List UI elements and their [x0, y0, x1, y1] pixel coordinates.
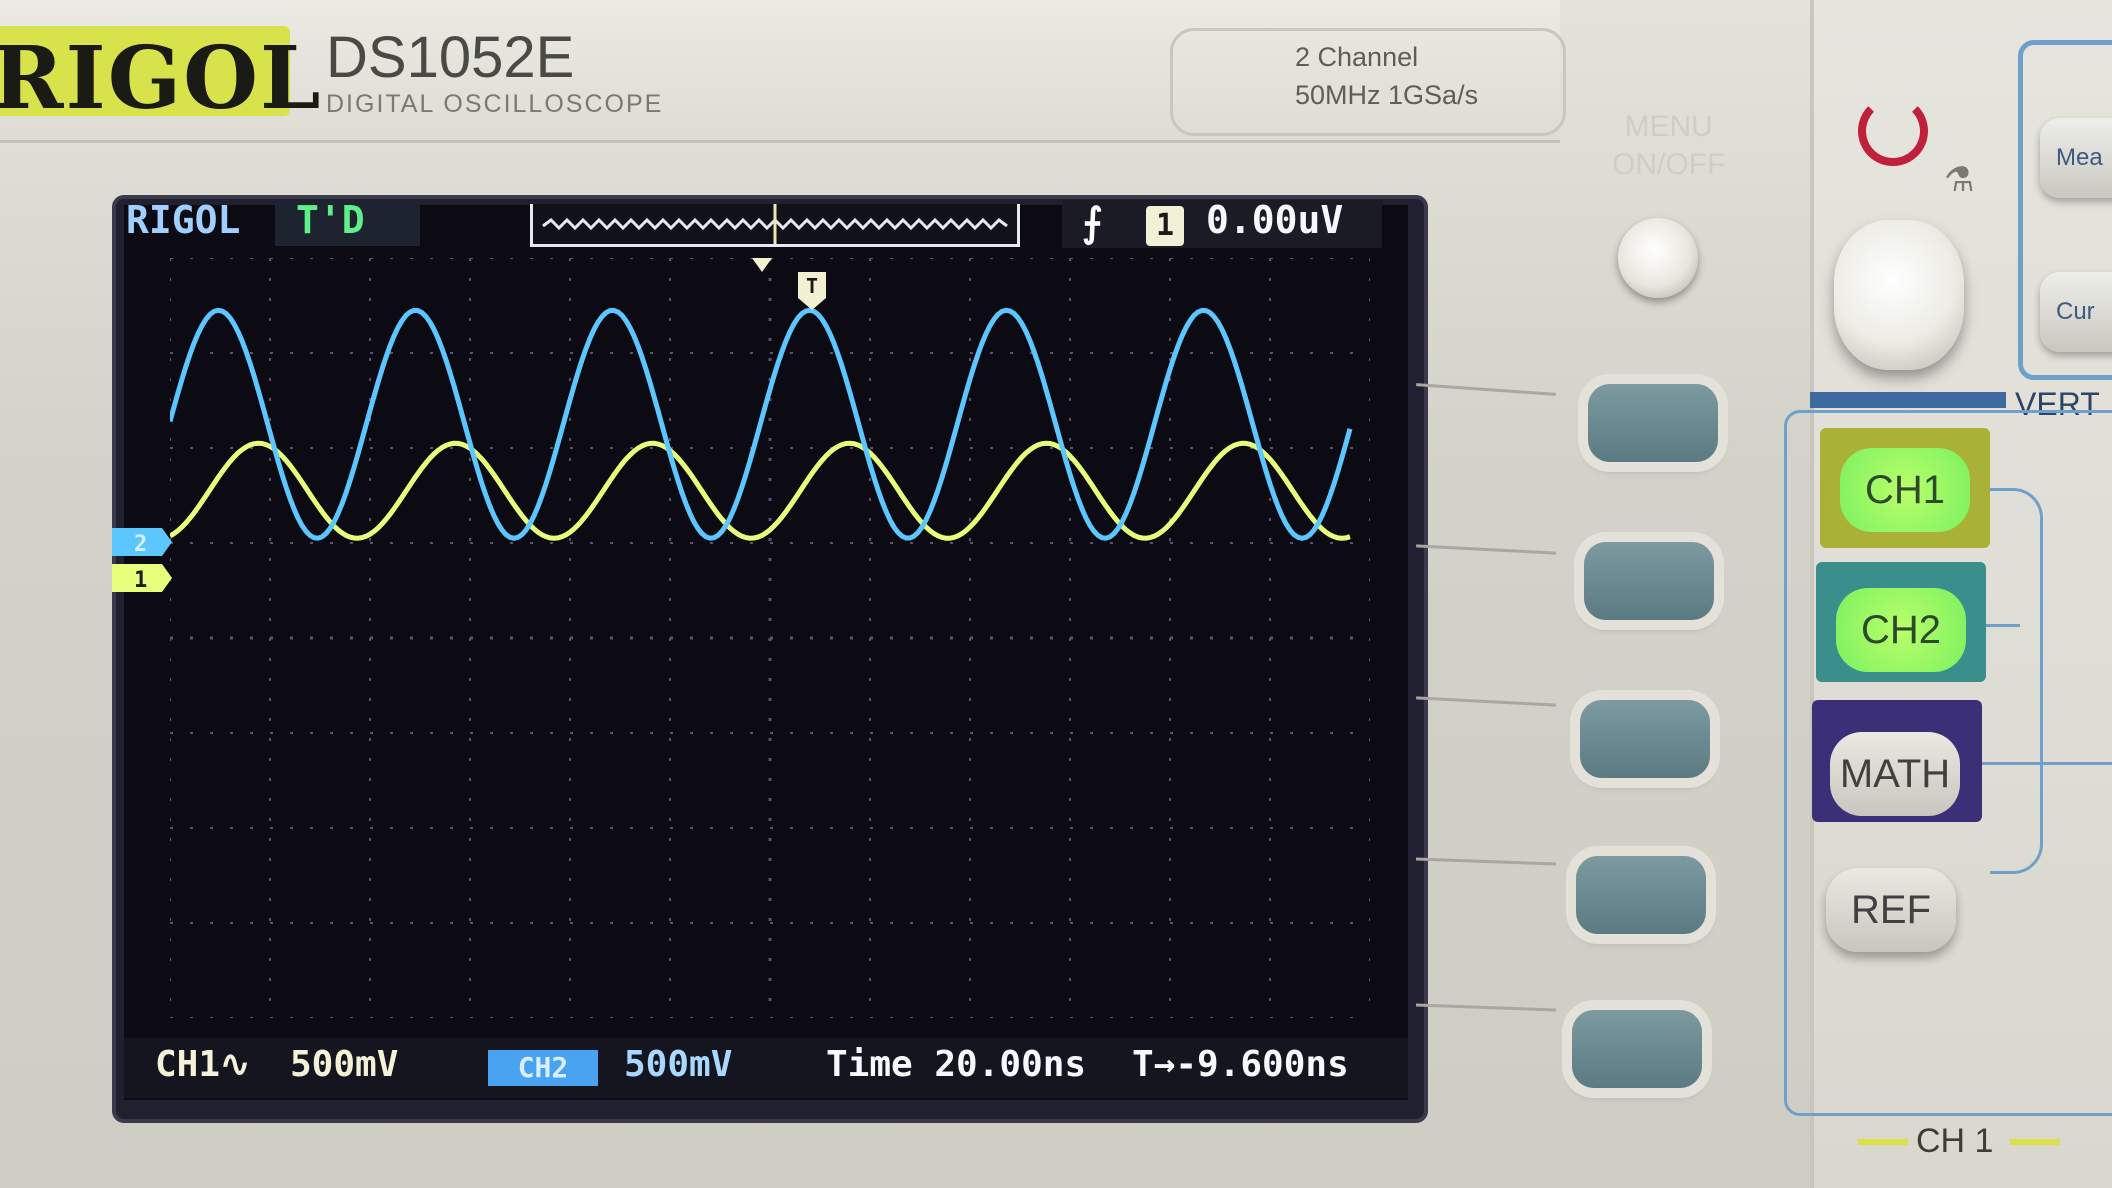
- math-button[interactable]: MATH: [1830, 732, 1960, 816]
- acquisition-status: T'D: [296, 198, 365, 242]
- vertical-section-bar: [1810, 392, 2006, 408]
- brand-logo: RIGOL: [0, 28, 323, 129]
- menu-on-off-label: MENU ON/OFF: [1612, 108, 1725, 184]
- model-subtitle: DIGITAL OSCILLOSCOPE: [326, 90, 664, 118]
- waveform-graticule: T: [170, 258, 1370, 1018]
- rising-edge-icon: ⨍: [1082, 200, 1103, 246]
- softkey-4[interactable]: [1576, 856, 1706, 934]
- channel-bracket: [1990, 488, 2043, 874]
- channel-markers: 2 1: [112, 528, 172, 593]
- math-bracket-line: [1978, 762, 2112, 765]
- menu-label-line1: MENU: [1624, 110, 1713, 143]
- spec-channels: 2 Channel: [1295, 42, 1419, 72]
- ch1-scale: 500mV: [290, 1044, 399, 1085]
- spec-bandwidth: 50MHz 1GSa/s: [1295, 80, 1479, 110]
- memory-waveform-icon: [542, 204, 1008, 244]
- softkey-3[interactable]: [1580, 700, 1710, 778]
- trigger-marker-label: T: [806, 274, 818, 298]
- memory-position-bar: [530, 204, 1020, 247]
- refresh-arrow-icon: [1858, 96, 1928, 166]
- ch2-scale: 500mV: [624, 1044, 733, 1085]
- softkey-2[interactable]: [1584, 542, 1714, 620]
- trigger-offset: T→-9.600ns: [1132, 1044, 1349, 1085]
- softkey-5[interactable]: [1572, 1010, 1702, 1088]
- ch1-button[interactable]: CH1: [1840, 448, 1970, 532]
- grid-lines: [170, 258, 1370, 1018]
- ch2-waveform: [170, 307, 1353, 541]
- probe-icon: ⚗: [1944, 161, 1975, 199]
- trigger-position-marker: [752, 258, 772, 272]
- measure-button[interactable]: Mea: [2040, 118, 2112, 198]
- trigger-marker: T: [798, 272, 826, 310]
- multifunction-knob[interactable]: [1834, 220, 1964, 370]
- ch1-knob-label: CH 1: [1916, 1122, 1994, 1160]
- softkey-1[interactable]: [1588, 384, 1718, 462]
- ch2-bracket-line: [1980, 624, 2020, 627]
- ch1-knob-line-left: [1858, 1139, 1908, 1145]
- ch2-button[interactable]: CH2: [1836, 588, 1966, 672]
- menu-label-line2: ON/OFF: [1612, 148, 1726, 181]
- ref-button[interactable]: REF: [1826, 868, 1956, 952]
- ch1-marker-label: 1: [134, 568, 147, 593]
- model-name: DS1052E: [326, 25, 575, 90]
- ch2-marker-label: 2: [134, 532, 147, 557]
- ch1-coupling-label: CH1∿: [155, 1044, 251, 1085]
- timebase: Time 20.00ns: [826, 1044, 1087, 1085]
- trigger-source-badge: 1: [1146, 206, 1184, 246]
- menu-on-off-button[interactable]: [1618, 218, 1698, 298]
- cursor-button[interactable]: Cur: [2040, 272, 2112, 352]
- trigger-level: 0.00uV: [1206, 198, 1344, 242]
- screen-brand: RIGOL: [126, 198, 241, 242]
- ch1-knob-line-right: [2010, 1139, 2060, 1145]
- ch2-coupling-label: CH2: [488, 1050, 598, 1086]
